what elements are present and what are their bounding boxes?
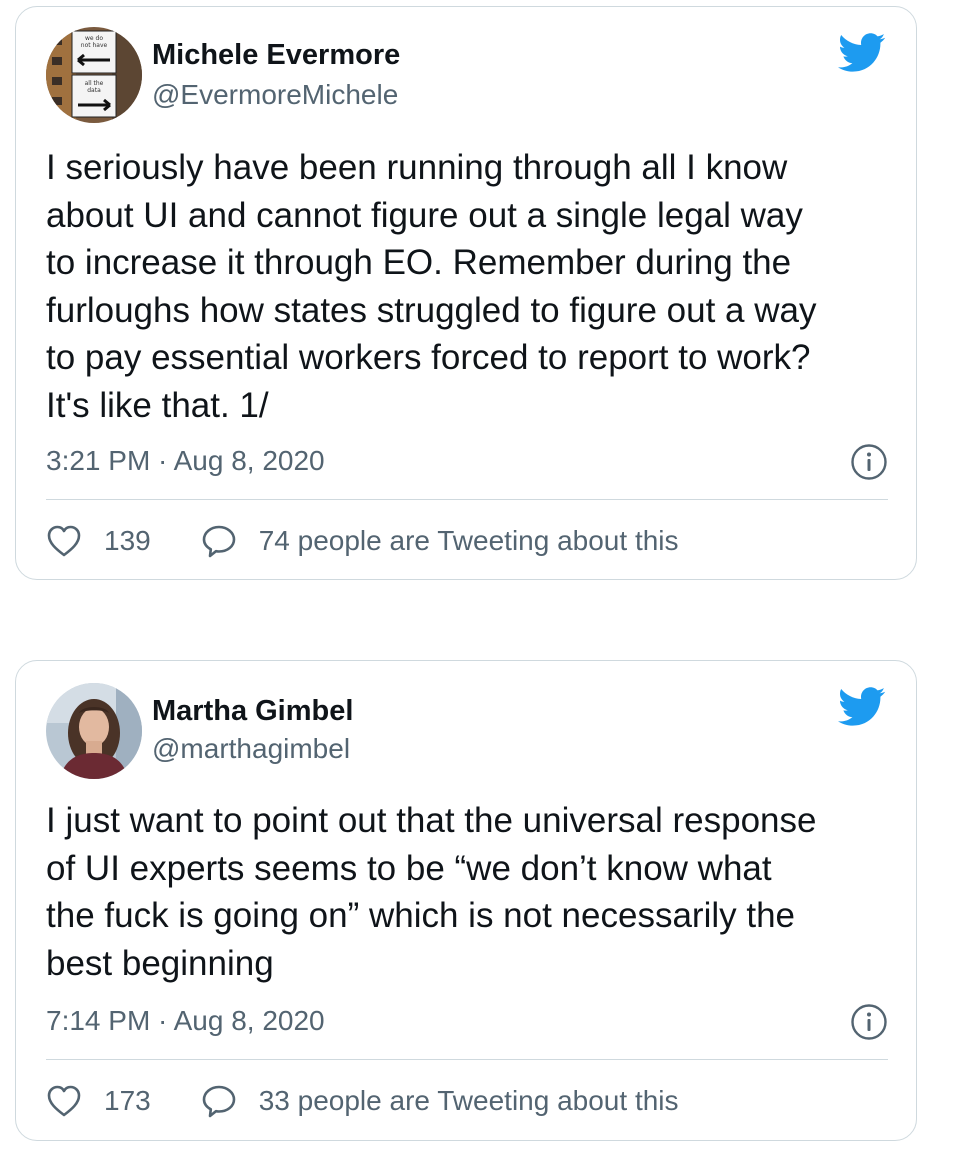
reply-bubble-icon[interactable] xyxy=(201,1084,237,1118)
avatar-portrait-image xyxy=(46,683,142,779)
heart-icon[interactable] xyxy=(46,524,82,558)
tweet-timestamp[interactable]: 3:21 PM · Aug 8, 2020 xyxy=(46,445,325,477)
like-count: 173 xyxy=(104,1085,151,1116)
tweet-actions: 173 33 people are Tweeting about this xyxy=(46,1081,679,1121)
info-icon[interactable] xyxy=(850,443,888,481)
like-count: 139 xyxy=(104,525,151,556)
divider xyxy=(46,1059,888,1060)
tweet-timestamp[interactable]: 7:14 PM · Aug 8, 2020 xyxy=(46,1005,325,1037)
tweet-actions: 139 74 people are Tweeting about this xyxy=(46,521,679,561)
author-name[interactable]: Michele Evermore xyxy=(152,39,400,72)
avatar-sign-text: not have xyxy=(81,42,108,49)
avatar[interactable]: we do not have all the data xyxy=(46,27,142,123)
twitter-bird-icon[interactable] xyxy=(838,33,886,73)
avatar-sign-text: data xyxy=(87,87,101,94)
info-icon[interactable] xyxy=(850,1003,888,1041)
tweeting-about-link[interactable]: 74 people are Tweeting about this xyxy=(259,525,679,557)
avatar-sign-text: we do xyxy=(85,35,103,42)
twitter-bird-icon[interactable] xyxy=(838,687,886,727)
avatar-sign-text: all the xyxy=(85,80,104,87)
tweet-text: I seriously have been running through al… xyxy=(46,148,817,425)
tweet-card[interactable]: we do not have all the data Michele Ever… xyxy=(15,6,917,580)
author-name[interactable]: Martha Gimbel xyxy=(152,695,353,728)
tweeting-about-link[interactable]: 33 people are Tweeting about this xyxy=(259,1085,679,1117)
heart-icon[interactable] xyxy=(46,1084,82,1118)
avatar-street-sign-image: we do not have all the data xyxy=(46,27,142,123)
tweet-text: I just want to point out that the univer… xyxy=(46,801,817,983)
author-handle[interactable]: @marthagimbel xyxy=(152,733,350,765)
tweet-card[interactable]: Martha Gimbel @marthagimbel I just want … xyxy=(15,660,917,1141)
author-handle[interactable]: @EvermoreMichele xyxy=(152,79,398,111)
avatar[interactable] xyxy=(46,683,142,779)
reply-bubble-icon[interactable] xyxy=(201,524,237,558)
divider xyxy=(46,499,888,500)
